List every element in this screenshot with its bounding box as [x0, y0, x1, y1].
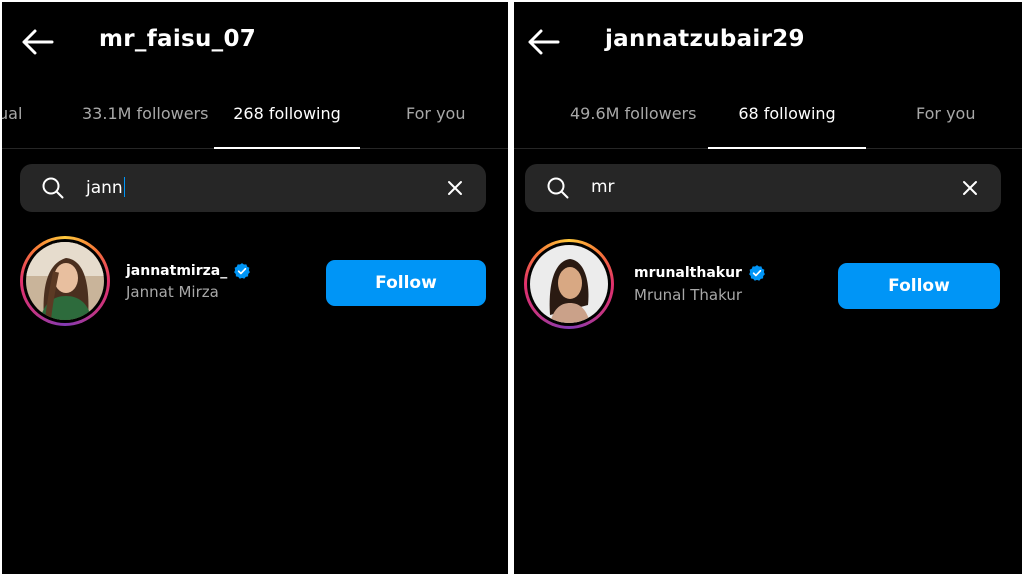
search-icon: [42, 177, 64, 199]
list-item[interactable]: jannatmirza_ Jannat Mirza Follow: [2, 236, 508, 330]
result-full-name: Mrunal Thakur: [634, 286, 743, 304]
tab-bar: 49.6M followers 68 following For you: [514, 98, 1022, 149]
profile-username: mr_faisu_07: [99, 26, 257, 52]
tab-mutual[interactable]: ual: [2, 98, 22, 148]
follow-button[interactable]: Follow: [326, 260, 486, 306]
close-icon[interactable]: [961, 179, 979, 197]
back-arrow-icon[interactable]: [20, 28, 54, 56]
search-input[interactable]: mr: [591, 177, 615, 197]
tab-following[interactable]: 68 following: [708, 98, 866, 149]
result-full-name: Jannat Mirza: [126, 283, 219, 301]
close-icon[interactable]: [446, 179, 464, 197]
story-ring[interactable]: [20, 236, 110, 326]
left-screen: mr_faisu_07 ual 33.1M followers 268 foll…: [2, 2, 508, 574]
tab-for-you[interactable]: For you: [916, 98, 975, 148]
story-ring[interactable]: [524, 239, 614, 329]
right-screen: jannatzubair29 49.6M followers 68 follow…: [514, 2, 1022, 574]
tab-followers[interactable]: 33.1M followers: [82, 98, 208, 148]
list-item[interactable]: mrunalthakur Mrunal Thakur Follow: [514, 236, 1022, 330]
tab-followers[interactable]: 49.6M followers: [570, 98, 696, 148]
profile-username: jannatzubair29: [605, 26, 805, 52]
search-input[interactable]: jann: [86, 177, 126, 198]
result-handle[interactable]: jannatmirza_: [126, 262, 251, 280]
back-arrow-icon[interactable]: [526, 28, 560, 56]
tab-for-you[interactable]: For you: [406, 98, 465, 148]
result-handle[interactable]: mrunalthakur: [634, 264, 766, 282]
tab-following[interactable]: 268 following: [214, 98, 360, 149]
verified-badge-icon: [234, 263, 251, 279]
verified-badge-icon: [749, 265, 765, 281]
search-bar[interactable]: jann: [20, 164, 486, 212]
search-bar[interactable]: mr: [525, 164, 1001, 212]
follow-button[interactable]: Follow: [838, 263, 1000, 309]
tab-bar: ual 33.1M followers 268 following For yo…: [2, 98, 508, 149]
avatar: [26, 242, 104, 320]
text-caret: [123, 177, 126, 197]
search-icon: [547, 177, 569, 199]
avatar: [530, 245, 608, 323]
